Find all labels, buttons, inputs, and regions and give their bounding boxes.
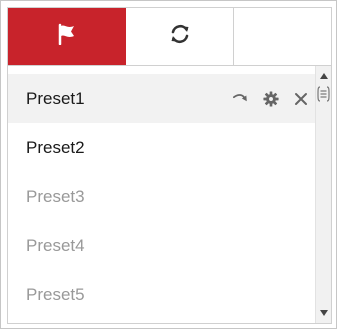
scroll-down-arrow[interactable] [316, 305, 331, 321]
preset-row-5[interactable]: Preset5 [8, 270, 315, 319]
tab-preset[interactable] [8, 8, 126, 65]
preset-row-2[interactable]: Preset2 [8, 123, 315, 172]
close-icon[interactable] [293, 89, 309, 109]
preset-label: Preset1 [26, 88, 85, 108]
ptz-preset-panel: Preset1 Preset2 Preset3 Preset4 Preset5 [0, 0, 337, 329]
gear-icon[interactable] [263, 89, 279, 109]
list-scrollbar[interactable] [315, 66, 331, 323]
preset-label: Preset4 [26, 235, 85, 255]
tab-bar [8, 8, 331, 66]
scroll-thumb[interactable] [317, 85, 330, 103]
preset-label: Preset3 [26, 186, 85, 206]
preset-row-4[interactable]: Preset4 [8, 221, 315, 270]
panel-inner: Preset1 Preset2 Preset3 Preset4 Preset5 [7, 7, 332, 324]
preset-label: Preset2 [26, 137, 85, 157]
preset-row-actions [233, 74, 309, 123]
preset-label: Preset5 [26, 284, 85, 304]
call-preset-icon[interactable] [233, 89, 249, 109]
flag-icon [57, 23, 77, 50]
preset-list: Preset1 Preset2 Preset3 Preset4 Preset5 [8, 66, 315, 323]
preset-row-3[interactable]: Preset3 [8, 172, 315, 221]
preset-row-1[interactable]: Preset1 [8, 74, 315, 123]
scroll-up-arrow[interactable] [316, 68, 331, 84]
refresh-cycle-icon [168, 23, 192, 50]
tab-bar-empty [234, 8, 331, 65]
tab-patrol[interactable] [126, 8, 234, 65]
